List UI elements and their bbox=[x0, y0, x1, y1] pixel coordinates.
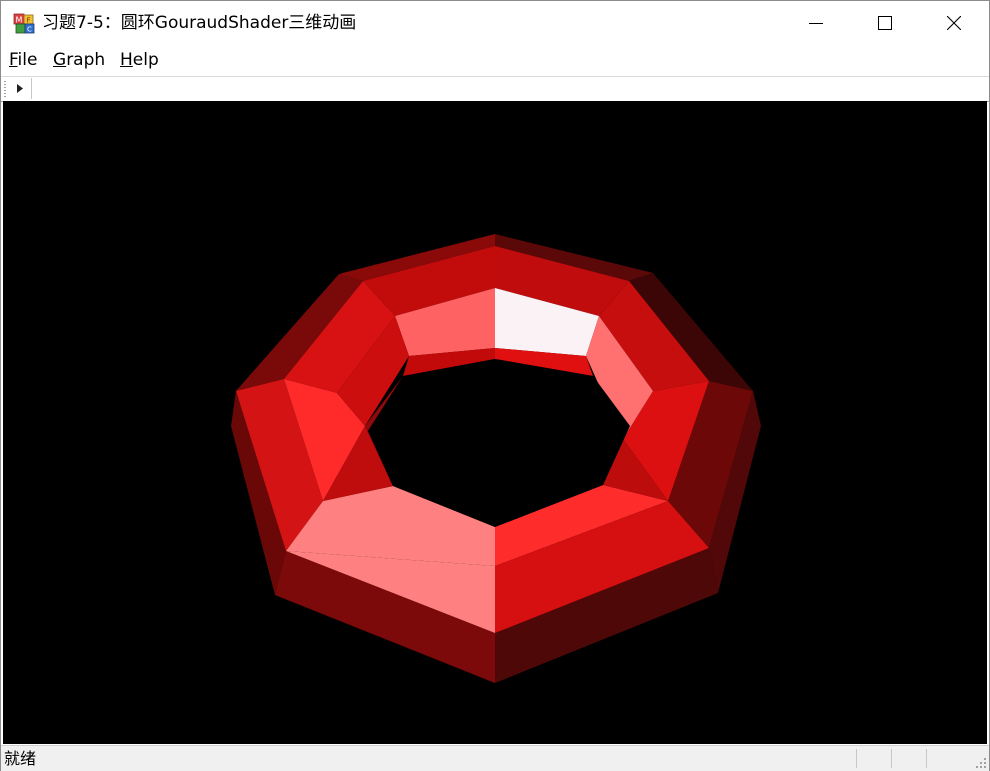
mfc-app-icon: M F C bbox=[13, 13, 35, 34]
render-viewport[interactable] bbox=[3, 101, 987, 744]
toolbar-grip[interactable] bbox=[4, 81, 6, 97]
title-bar[interactable]: M F C 习题7-5：圆环GouraudShader三维动画 bbox=[1, 1, 989, 45]
close-button[interactable] bbox=[919, 1, 989, 45]
status-pane-divider bbox=[891, 749, 892, 768]
resize-grip-icon[interactable] bbox=[973, 755, 987, 769]
maximize-icon bbox=[878, 16, 892, 30]
status-pane-divider bbox=[926, 749, 927, 768]
toolbar bbox=[1, 76, 989, 102]
minimize-icon bbox=[809, 23, 823, 24]
red-octagonal-torus bbox=[3, 101, 987, 744]
menu-help[interactable]: Help bbox=[120, 49, 159, 71]
minimize-button[interactable] bbox=[781, 1, 851, 45]
menu-file[interactable]: File bbox=[9, 49, 37, 71]
application-window: M F C 习题7-5：圆环GouraudShader三维动画 File Gra… bbox=[0, 0, 990, 771]
close-icon bbox=[947, 16, 961, 30]
play-icon bbox=[17, 84, 23, 93]
svg-text:F: F bbox=[26, 17, 30, 25]
svg-text:C: C bbox=[27, 26, 32, 34]
play-button[interactable] bbox=[9, 78, 32, 99]
menu-bar: File Graph Help bbox=[1, 45, 989, 75]
maximize-button[interactable] bbox=[850, 1, 920, 45]
status-bar: 就绪 bbox=[1, 745, 989, 771]
window-title: 习题7-5：圆环GouraudShader三维动画 bbox=[42, 13, 357, 33]
menu-graph[interactable]: Graph bbox=[53, 49, 105, 71]
svg-text:M: M bbox=[16, 16, 23, 25]
status-text: 就绪 bbox=[4, 749, 37, 768]
status-pane-divider bbox=[856, 749, 857, 768]
